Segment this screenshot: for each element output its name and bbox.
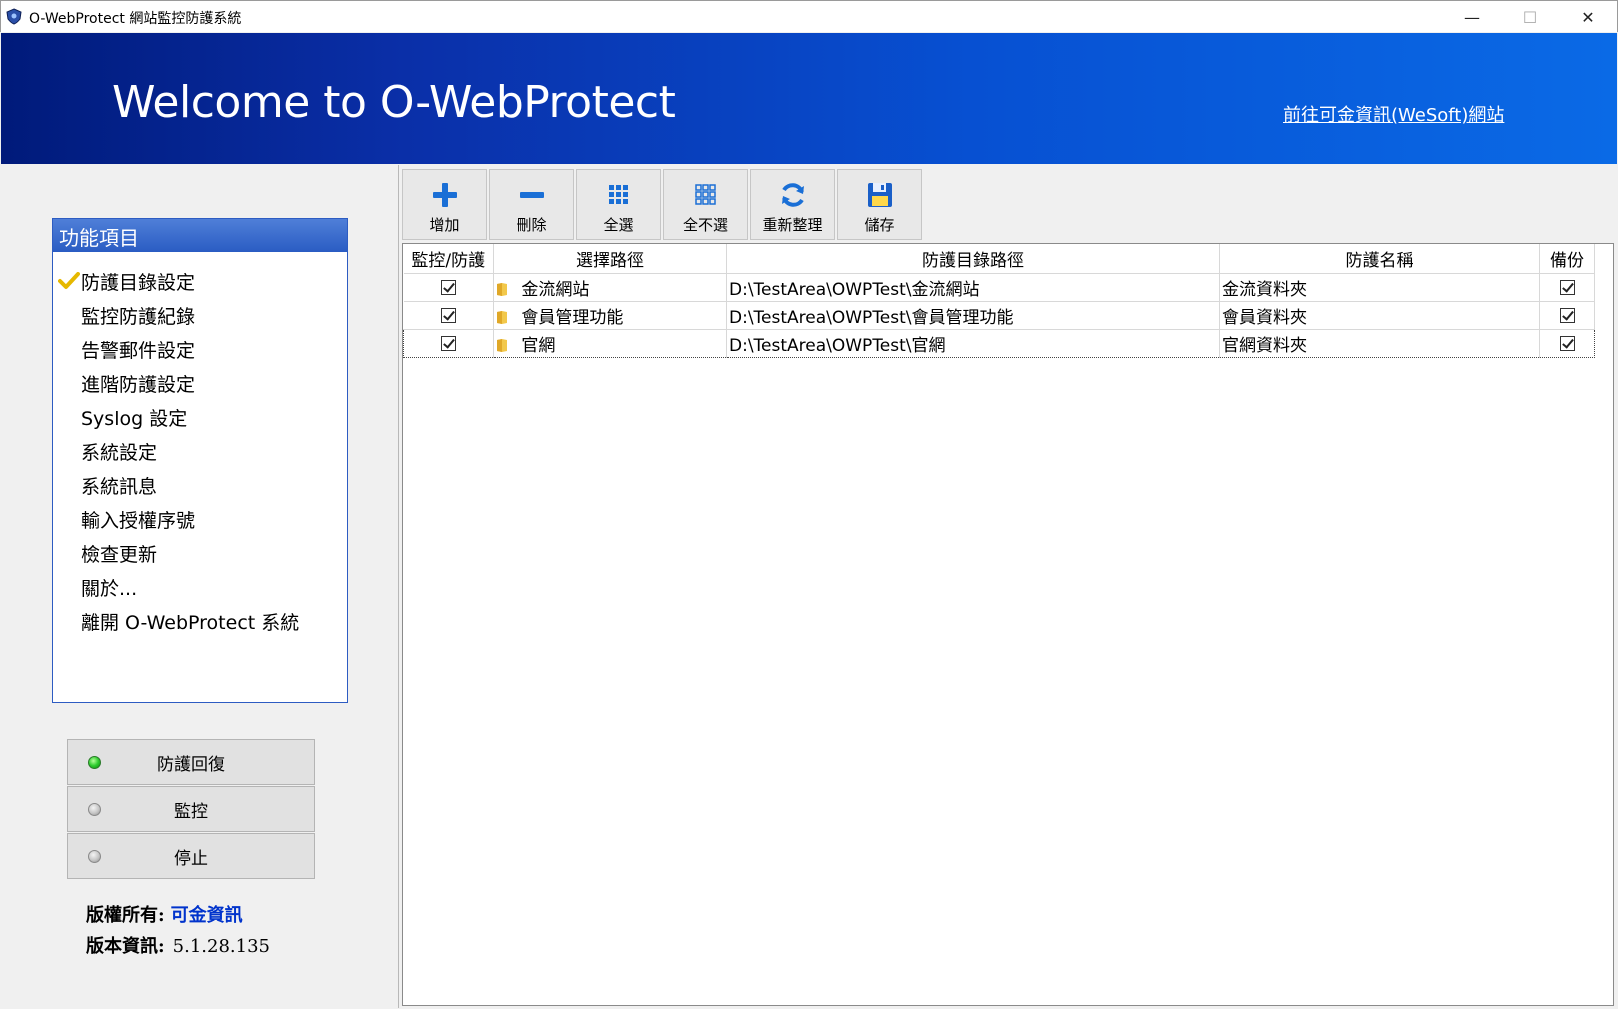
- monitor-checkbox[interactable]: [440, 279, 456, 295]
- checkmark-icon: [58, 272, 80, 289]
- menu-header: 功能項目: [53, 219, 347, 252]
- status-led-on-icon: [88, 756, 101, 769]
- menu-item-label: 離開 O-WebProtect 系統: [81, 611, 300, 634]
- backup-checkbox[interactable]: [1559, 307, 1575, 323]
- protect-dir-table: 監控/防護 選擇路徑 防護目錄路徑 防護名稱 備份 金流網站 D:\TestAr…: [403, 244, 1595, 358]
- menu-item-label: 進階防護設定: [81, 373, 196, 396]
- menu-item-system-settings[interactable]: 系統設定: [53, 434, 347, 468]
- menu-item-license[interactable]: 輸入授權序號: [53, 502, 347, 536]
- folder-icon: [497, 283, 507, 296]
- menu-item-system-messages[interactable]: 系統訊息: [53, 468, 347, 502]
- monitor-label: 監控: [174, 801, 208, 822]
- menu-item-label: 系統訊息: [81, 475, 158, 498]
- select-all-label: 全選: [603, 216, 634, 234]
- col-header-full-path[interactable]: 防護目錄路徑: [726, 244, 1220, 274]
- menu-item-label: 系統設定: [81, 441, 158, 464]
- welcome-title: Welcome to O-WebProtect: [112, 77, 676, 128]
- select-all-button[interactable]: 全選: [576, 169, 661, 240]
- menu-item-label: 檢查更新: [81, 543, 158, 566]
- menu-item-label: 告警郵件設定: [81, 339, 196, 362]
- refresh-label: 重新整理: [762, 216, 823, 234]
- floppy-disk-icon: [867, 183, 892, 207]
- menu-item-label: 防護目錄設定: [81, 271, 196, 294]
- col-header-name[interactable]: 防護名稱: [1219, 244, 1540, 274]
- version-number: 5.1.28.135: [172, 936, 270, 957]
- copyright-info: 版權所有: 可金資訊: [86, 901, 243, 927]
- header-banner: Welcome to O-WebProtect 前往可金資訊(WeSoft)網站: [1, 33, 1617, 164]
- menu-item-label: 輸入授權序號: [81, 509, 196, 532]
- stop-label: 停止: [174, 848, 208, 869]
- menu-item-syslog[interactable]: Syslog 設定: [53, 400, 347, 434]
- select-none-label: 全不選: [682, 216, 728, 234]
- grid-filled-icon: [608, 185, 628, 204]
- menu-item-monitor-log[interactable]: 監控防護紀錄: [53, 298, 347, 332]
- delete-label: 刪除: [516, 216, 547, 234]
- add-button[interactable]: 增加: [402, 169, 487, 240]
- select-none-button[interactable]: 全不選: [663, 169, 748, 240]
- company-name: 可金資訊: [170, 905, 243, 926]
- col-header-path[interactable]: 選擇路徑: [493, 244, 727, 274]
- menu-item-label: Syslog 設定: [81, 407, 188, 430]
- path-cell[interactable]: 會員管理功能: [521, 308, 623, 328]
- backup-checkbox[interactable]: [1559, 279, 1575, 295]
- refresh-button[interactable]: 重新整理: [750, 169, 835, 240]
- wesoft-website-link[interactable]: 前往可金資訊(WeSoft)網站: [1283, 101, 1504, 127]
- window-title: O-WebProtect 網站監控防護系統: [29, 11, 242, 27]
- add-label: 增加: [429, 216, 460, 234]
- menu-list: 防護目錄設定 監控防護紀錄 告警郵件設定 進階防護設定 Syslog 設定 系統…: [53, 252, 347, 638]
- monitor-checkbox[interactable]: [441, 335, 456, 351]
- title-bar: O-WebProtect 網站監控防護系統 — ☐ ✕: [0, 0, 1618, 32]
- minus-icon: [519, 192, 544, 198]
- protect-dir-table-area: 監控/防護 選擇路徑 防護目錄路徑 防護名稱 備份 金流網站 D:\TestAr…: [402, 243, 1614, 1006]
- menu-item-advanced[interactable]: 進階防護設定: [53, 366, 347, 400]
- app-shield-icon: [6, 8, 22, 25]
- menu-item-alert-mail[interactable]: 告警郵件設定: [53, 332, 347, 366]
- restore-button[interactable]: 防護回復: [67, 739, 315, 785]
- left-panel: 功能項目 防護目錄設定 監控防護紀錄 告警郵件設定 進階防護設定 Syslog …: [1, 165, 399, 1008]
- refresh-icon: [781, 183, 804, 207]
- folder-icon: [497, 311, 507, 324]
- close-button[interactable]: ✕: [1559, 1, 1617, 33]
- name-cell[interactable]: 官網資料夾: [1219, 328, 1540, 358]
- delete-button[interactable]: 刪除: [489, 169, 574, 240]
- table-header-row: 監控/防護 選擇路徑 防護目錄路徑 防護名稱 備份: [403, 244, 1595, 274]
- restore-label: 防護回復: [157, 754, 225, 775]
- name-cell[interactable]: 會員資料夾: [1219, 301, 1540, 330]
- menu-item-check-update[interactable]: 檢查更新: [53, 536, 347, 570]
- status-led-off-icon: [88, 803, 101, 816]
- full-path-cell[interactable]: D:\TestArea\OWPTest\會員管理功能: [726, 301, 1220, 330]
- plus-icon: [432, 183, 457, 207]
- status-led-off-icon: [88, 850, 101, 863]
- backup-checkbox[interactable]: [1559, 335, 1575, 351]
- monitor-button[interactable]: 監控: [67, 786, 315, 832]
- folder-icon: [497, 339, 507, 352]
- col-header-backup[interactable]: 備份: [1539, 244, 1595, 274]
- path-cell[interactable]: 金流網站: [521, 280, 589, 300]
- col-header-monitor[interactable]: 監控/防護: [403, 244, 494, 274]
- full-path-cell[interactable]: D:\TestArea\OWPTest\官網: [726, 328, 1220, 358]
- menu-item-exit[interactable]: 離開 O-WebProtect 系統: [53, 604, 347, 638]
- main-panel: 增加 刪除 全選 全不選 重新整理 儲存 監控/防護 選擇路徑 防護目錄路徑 防…: [400, 165, 1616, 1008]
- table-row[interactable]: 官網 D:\TestArea\OWPTest\官網 官網資料夾: [403, 328, 1595, 358]
- version-label: 版本資訊:: [86, 936, 165, 957]
- version-info: 版本資訊: 5.1.28.135: [86, 932, 270, 958]
- copyright-label: 版權所有:: [86, 905, 165, 926]
- menu-item-protect-dir[interactable]: 防護目錄設定: [53, 264, 347, 298]
- minimize-button[interactable]: —: [1443, 1, 1501, 33]
- monitor-checkbox[interactable]: [440, 307, 456, 323]
- save-label: 儲存: [864, 216, 895, 234]
- menu-item-about[interactable]: 關於...: [53, 570, 347, 604]
- function-menu: 功能項目 防護目錄設定 監控防護紀錄 告警郵件設定 進階防護設定 Syslog …: [52, 218, 348, 703]
- maximize-button[interactable]: ☐: [1501, 1, 1559, 33]
- table-row[interactable]: 金流網站 D:\TestArea\OWPTest\金流網站 金流資料夾: [403, 273, 1595, 302]
- full-path-cell[interactable]: D:\TestArea\OWPTest\金流網站: [726, 273, 1220, 302]
- menu-item-label: 監控防護紀錄: [81, 305, 196, 328]
- stop-button[interactable]: 停止: [67, 833, 315, 879]
- table-row[interactable]: 會員管理功能 D:\TestArea\OWPTest\會員管理功能 會員資料夾: [403, 301, 1595, 330]
- name-cell[interactable]: 金流資料夾: [1219, 273, 1540, 302]
- path-cell[interactable]: 官網: [521, 336, 555, 356]
- grid-outline-icon: [694, 184, 716, 205]
- menu-item-label: 關於...: [81, 577, 138, 600]
- save-button[interactable]: 儲存: [837, 169, 922, 240]
